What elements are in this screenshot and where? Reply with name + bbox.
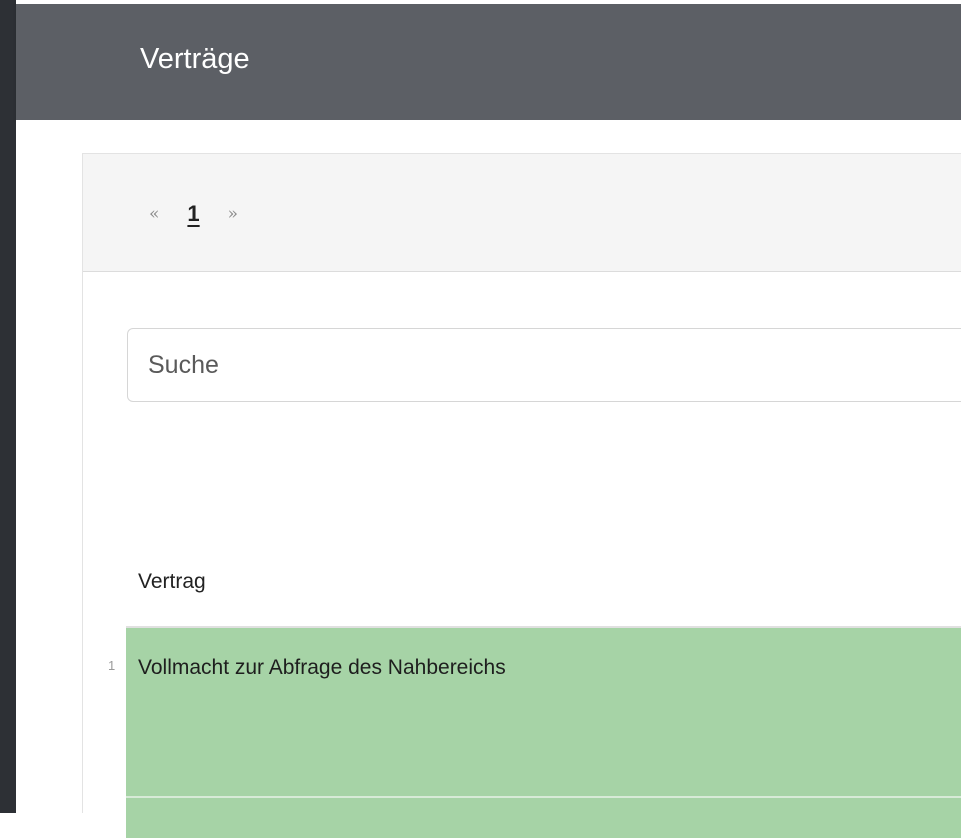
pagination-page-current[interactable]: 1	[169, 197, 217, 231]
pagination: « 1 »	[139, 194, 248, 234]
app-header: Verträge	[16, 0, 961, 120]
contract-title: Vollmacht zur Abfrage des Nahbereichs	[138, 656, 506, 679]
table-row-partial[interactable]	[126, 798, 961, 838]
row-number: 1	[108, 658, 116, 673]
sidebar-strip	[0, 0, 16, 813]
table-row[interactable]: Vollmacht zur Abfrage des Nahbereichs	[126, 628, 961, 838]
contracts-panel: « 1 » Vertrag 1 Vollmacht zur Abfrage de…	[82, 153, 961, 838]
search-input[interactable]	[127, 328, 961, 402]
panel-header: « 1 »	[83, 154, 961, 272]
pagination-prev-button[interactable]: «	[139, 200, 169, 228]
page-title: Verträge	[140, 43, 250, 75]
pagination-next-button[interactable]: »	[218, 200, 248, 228]
column-header-contract: Vertrag	[138, 570, 206, 593]
